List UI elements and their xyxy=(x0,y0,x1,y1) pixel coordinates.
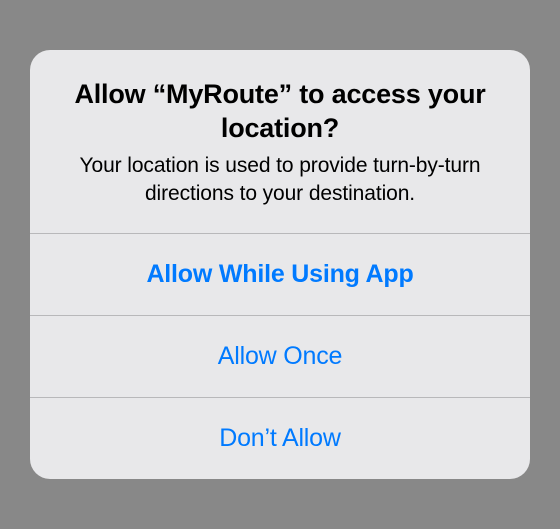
allow-while-using-button[interactable]: Allow While Using App xyxy=(30,233,530,315)
alert-title: Allow “MyRoute” to access your location? xyxy=(60,78,500,146)
allow-once-button[interactable]: Allow Once xyxy=(30,315,530,397)
alert-header: Allow “MyRoute” to access your location?… xyxy=(30,50,530,232)
permission-alert: Allow “MyRoute” to access your location?… xyxy=(30,50,530,478)
dont-allow-button[interactable]: Don’t Allow xyxy=(30,397,530,479)
alert-message: Your location is used to provide turn-by… xyxy=(60,152,500,209)
